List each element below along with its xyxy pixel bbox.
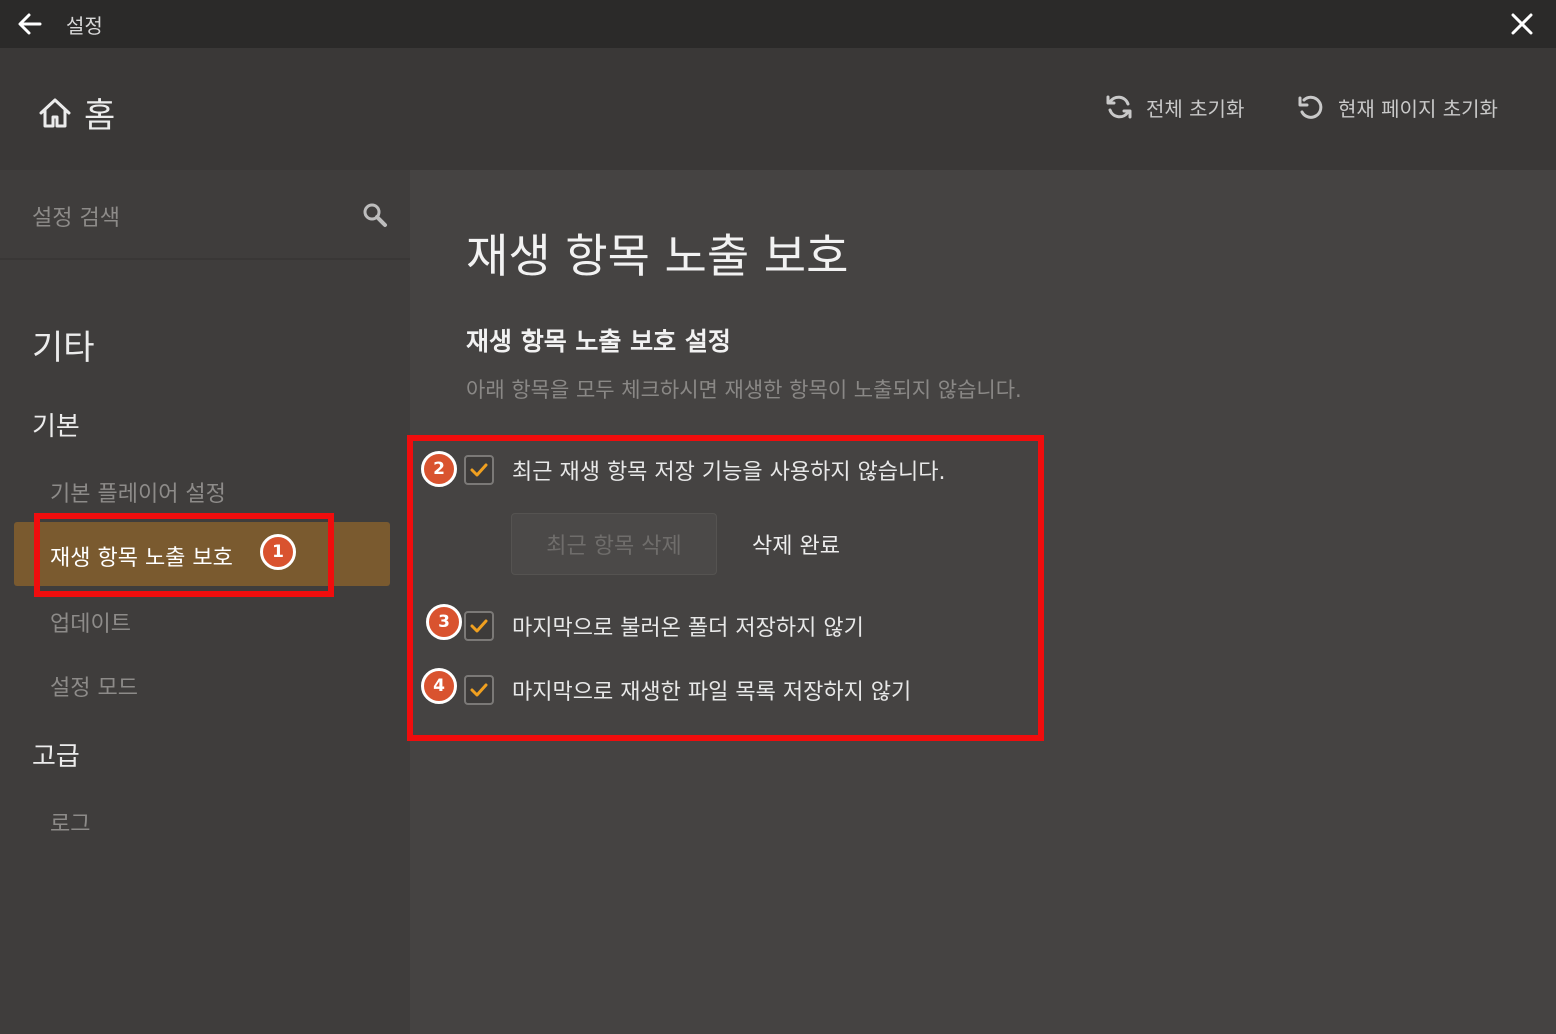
step-badge: 1: [260, 534, 296, 570]
search-icon[interactable]: [362, 202, 388, 228]
sidebar-item-log[interactable]: 로그: [50, 806, 90, 838]
arrow-left-icon[interactable]: [16, 10, 44, 38]
sidebar-group-advanced: 고급: [32, 742, 80, 772]
reset-all-label: 전체 초기화: [1146, 96, 1245, 121]
step-badge: 2: [421, 451, 457, 487]
option-recent-items[interactable]: 최근 재생 항목 저장 기능을 사용하지 않습니다.: [464, 454, 946, 486]
sidebar-item-settings-mode[interactable]: 설정 모드: [50, 670, 138, 702]
sidebar-section-title: 기타: [32, 328, 95, 368]
option-label: 최근 재생 항목 저장 기능을 사용하지 않습니다.: [512, 460, 946, 485]
refresh-icon: [1106, 95, 1132, 119]
step-badge: 3: [426, 604, 462, 640]
reset-all-button[interactable]: 전체 초기화: [1104, 92, 1244, 122]
page-title: 재생 항목 노출 보호: [466, 229, 849, 283]
home-label: 홈: [84, 96, 116, 136]
sidebar-item-playback-protection[interactable]: 재생 항목 노출 보호: [14, 522, 390, 586]
sidebar-item-label: 재생 항목 노출 보호: [50, 546, 233, 571]
home-icon: [39, 98, 71, 127]
sidebar: 설정 검색 기타 기본 기본 플레이어 설정 재생 항목 노출 보호 업데이트 …: [0, 170, 410, 1034]
reset-page-label: 현재 페이지 초기화: [1338, 96, 1498, 121]
section-subtitle: 재생 항목 노출 보호 설정: [466, 327, 731, 356]
window-title: 설정: [66, 14, 103, 38]
option-last-playlist[interactable]: 마지막으로 재생한 파일 목록 저장하지 않기: [464, 674, 911, 706]
sidebar-item-update[interactable]: 업데이트: [50, 606, 131, 638]
option-last-folder[interactable]: 마지막으로 불러온 폴더 저장하지 않기: [464, 610, 864, 642]
section-description: 아래 항목을 모두 체크하시면 재생한 항목이 노출되지 않습니다.: [466, 378, 1022, 402]
close-icon[interactable]: [1510, 12, 1534, 36]
settings-header: 홈 전체 초기화 현재 페이지 초기화: [0, 48, 1556, 170]
home-button[interactable]: 홈: [36, 88, 115, 137]
title-bar: 설정: [0, 0, 1556, 48]
sidebar-group-basic: 기본: [32, 412, 80, 442]
search-input[interactable]: 설정 검색: [32, 200, 120, 232]
checkbox-last-playlist[interactable]: [464, 675, 494, 705]
sidebar-item-player-settings[interactable]: 기본 플레이어 설정: [50, 476, 226, 508]
delete-status: 삭제 완료: [752, 534, 840, 559]
option-label: 마지막으로 재생한 파일 목록 저장하지 않기: [512, 680, 912, 705]
check-icon: [470, 463, 488, 477]
reset-page-button[interactable]: 현재 페이지 초기화: [1296, 92, 1498, 122]
reset-icon: [1298, 95, 1323, 119]
settings-search[interactable]: 설정 검색: [0, 170, 410, 260]
check-icon: [470, 683, 488, 697]
checkbox-recent-items[interactable]: [464, 455, 494, 485]
delete-recent-button[interactable]: 최근 항목 삭제: [511, 513, 717, 575]
checkbox-last-folder[interactable]: [464, 611, 494, 641]
option-label: 마지막으로 불러온 폴더 저장하지 않기: [512, 616, 864, 641]
step-badge: 4: [421, 668, 457, 704]
check-icon: [470, 619, 488, 633]
